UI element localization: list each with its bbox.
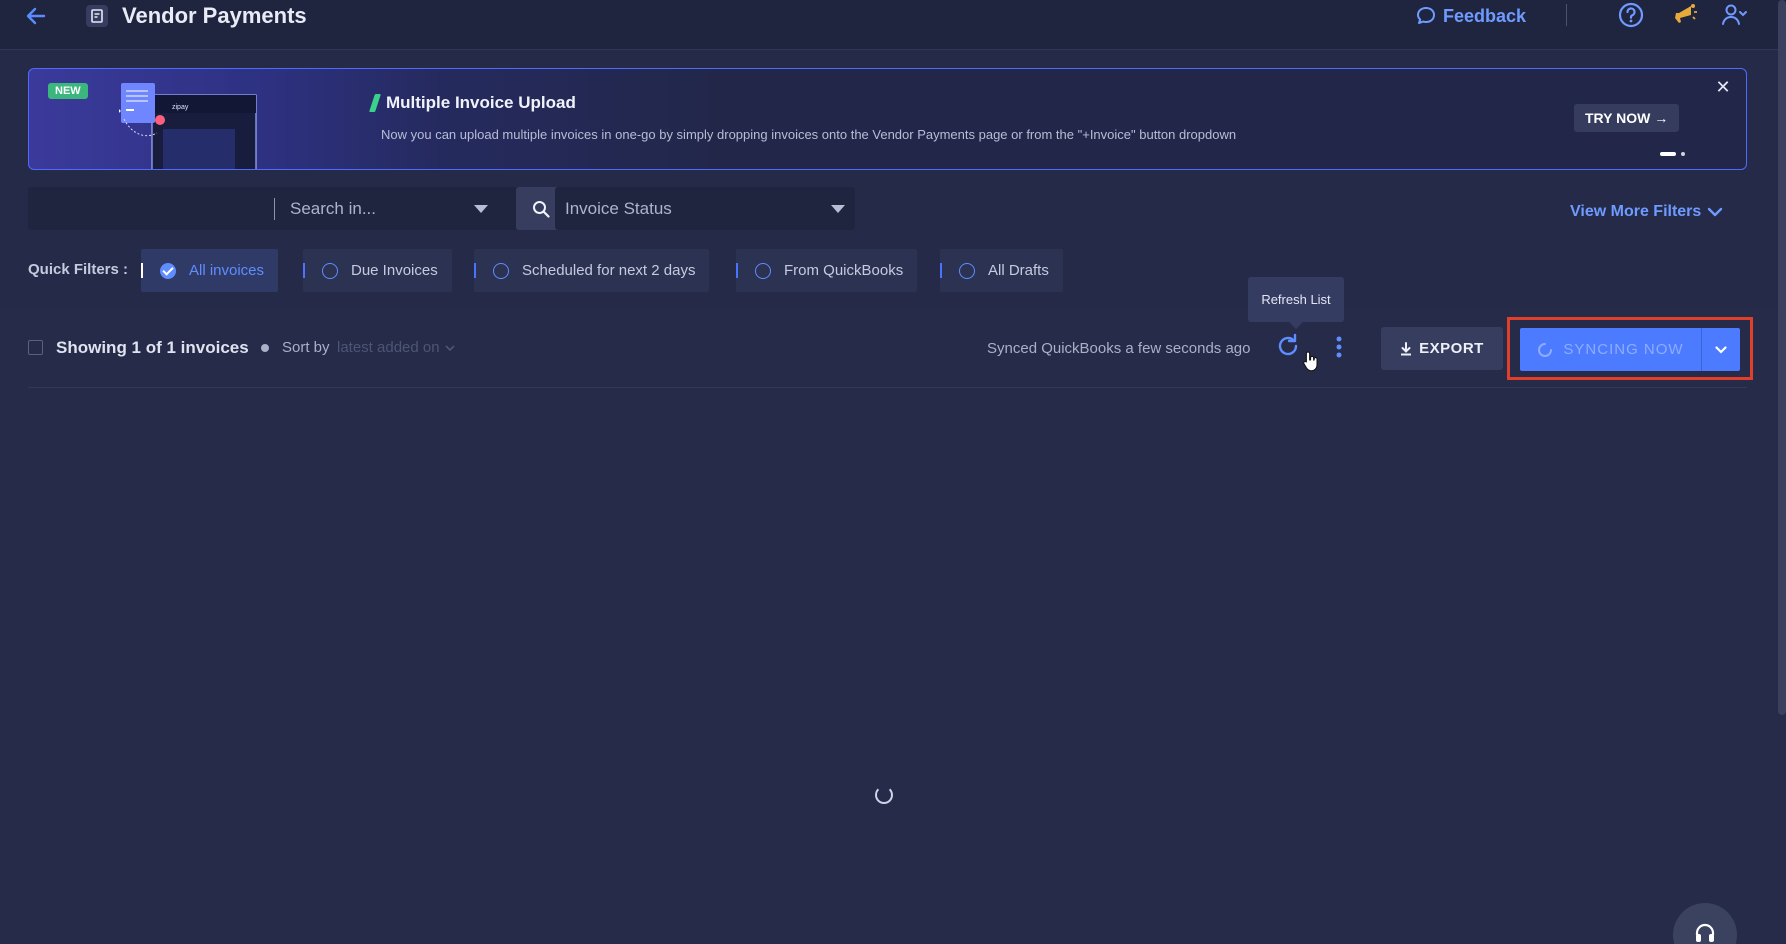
- sort-by-label: Sort by: [282, 339, 330, 356]
- download-icon: [1401, 341, 1412, 355]
- sort-value: latest added on: [337, 339, 440, 356]
- quick-filter-scheduled-next-2-days[interactable]: Scheduled for next 2 days: [474, 249, 710, 292]
- try-now-button[interactable]: TRY NOW →: [1574, 104, 1680, 132]
- checked-radio-icon: [160, 262, 176, 279]
- quick-filter-all-invoices[interactable]: All invoices: [141, 249, 279, 292]
- new-badge: NEW: [48, 83, 88, 99]
- chip-accent-bar: [474, 263, 476, 278]
- export-label: EXPORT: [1419, 340, 1484, 357]
- quick-filters-label: Quick Filters :: [28, 261, 129, 278]
- chevron-down-icon: [1708, 207, 1723, 217]
- chip-label: From QuickBooks: [784, 262, 904, 279]
- banner-title-text: Multiple Invoice Upload: [386, 93, 576, 112]
- svg-text:zipay: zipay: [172, 104, 189, 111]
- loading-spinner-icon: [875, 786, 893, 804]
- chevron-down-icon: [1715, 345, 1727, 354]
- invoice-status-label: Invoice Status: [565, 198, 672, 218]
- document-icon: [86, 5, 108, 27]
- brand-mark-icon: [369, 94, 381, 112]
- invoice-list-area: [0, 309, 1786, 944]
- radio-icon: [959, 262, 975, 279]
- list-toolbar: Showing 1 of 1 invoices Sort by latest a…: [28, 309, 1747, 388]
- quick-filter-from-quickbooks[interactable]: From QuickBooks: [736, 249, 918, 292]
- search-bar: Search in...: [28, 187, 566, 230]
- radio-icon: [493, 262, 509, 279]
- header-divider: [1566, 4, 1567, 26]
- invoice-upload-illustration: zipay: [119, 83, 257, 169]
- help-icon[interactable]: [1617, 1, 1645, 29]
- search-in-dropdown[interactable]: Search in...: [290, 187, 500, 230]
- feature-announcement-banner: NEW zipay Multiple Invoice Upload Now yo…: [28, 68, 1747, 170]
- chip-label: All Drafts: [988, 262, 1049, 279]
- close-icon[interactable]: ✕: [1712, 76, 1734, 98]
- chip-label: Scheduled for next 2 days: [522, 262, 696, 279]
- spinner-icon: [1538, 342, 1553, 357]
- export-button[interactable]: EXPORT: [1381, 327, 1503, 370]
- refresh-tooltip: Refresh List: [1248, 277, 1344, 329]
- user-profile-icon[interactable]: [1720, 1, 1748, 29]
- quick-filter-due-invoices[interactable]: Due Invoices: [303, 249, 452, 292]
- sync-options-dropdown[interactable]: [1702, 328, 1740, 371]
- showing-count: Showing 1 of 1 invoices: [56, 338, 249, 357]
- view-more-filters-button[interactable]: View More Filters: [1570, 203, 1723, 221]
- search-input[interactable]: [28, 187, 272, 230]
- top-header: Vendor Payments Feedback: [0, 0, 1786, 50]
- chip-accent-bar: [736, 263, 738, 278]
- back-arrow-icon[interactable]: [24, 4, 52, 32]
- sort-dropdown[interactable]: latest added on: [337, 339, 455, 356]
- caret-down-icon: [831, 204, 845, 213]
- radio-icon: [755, 262, 771, 279]
- caret-down-icon: [474, 204, 488, 213]
- radio-icon: [322, 262, 338, 279]
- sync-status-text: Synced QuickBooks a few seconds ago: [987, 340, 1251, 357]
- feedback-label: Feedback: [1443, 5, 1527, 26]
- search-icon: [533, 200, 550, 218]
- chevron-down-icon: [445, 344, 455, 351]
- page-title: Vendor Payments: [122, 3, 307, 28]
- search-divider: [274, 198, 275, 220]
- carousel-indicator: [1660, 152, 1685, 156]
- select-all-checkbox[interactable]: [28, 340, 43, 355]
- page-scrollbar[interactable]: [1778, 0, 1786, 715]
- chip-accent-bar: [141, 263, 143, 278]
- feedback-button[interactable]: Feedback: [1415, 3, 1526, 29]
- chip-accent-bar: [303, 263, 305, 278]
- quick-filter-all-drafts[interactable]: All Drafts: [940, 249, 1063, 292]
- sync-now-split-button[interactable]: SYNCING NOW: [1520, 328, 1740, 371]
- carousel-dot-active[interactable]: [1660, 152, 1676, 156]
- sync-now-label: SYNCING NOW: [1563, 341, 1684, 358]
- carousel-dot[interactable]: [1681, 152, 1685, 156]
- banner-description: Now you can upload multiple invoices in …: [381, 127, 1237, 142]
- chip-label: Due Invoices: [351, 262, 438, 279]
- chat-bubble-icon: [1417, 7, 1435, 24]
- search-in-label: Search in...: [290, 198, 376, 218]
- view-more-filters-label: View More Filters: [1570, 203, 1702, 220]
- more-options-icon[interactable]: [1332, 334, 1346, 360]
- refresh-icon[interactable]: [1274, 332, 1302, 360]
- separator-dot: [261, 344, 269, 352]
- hand-pointer-icon: [1303, 351, 1318, 372]
- invoice-status-dropdown[interactable]: Invoice Status: [555, 187, 855, 230]
- headset-icon: [1695, 923, 1715, 942]
- chip-label: All invoices: [189, 262, 265, 279]
- chip-accent-bar: [940, 263, 942, 278]
- banner-title: Multiple Invoice Upload: [369, 93, 576, 113]
- announcement-megaphone-icon[interactable]: [1670, 1, 1698, 29]
- sync-now-button[interactable]: SYNCING NOW: [1520, 328, 1701, 371]
